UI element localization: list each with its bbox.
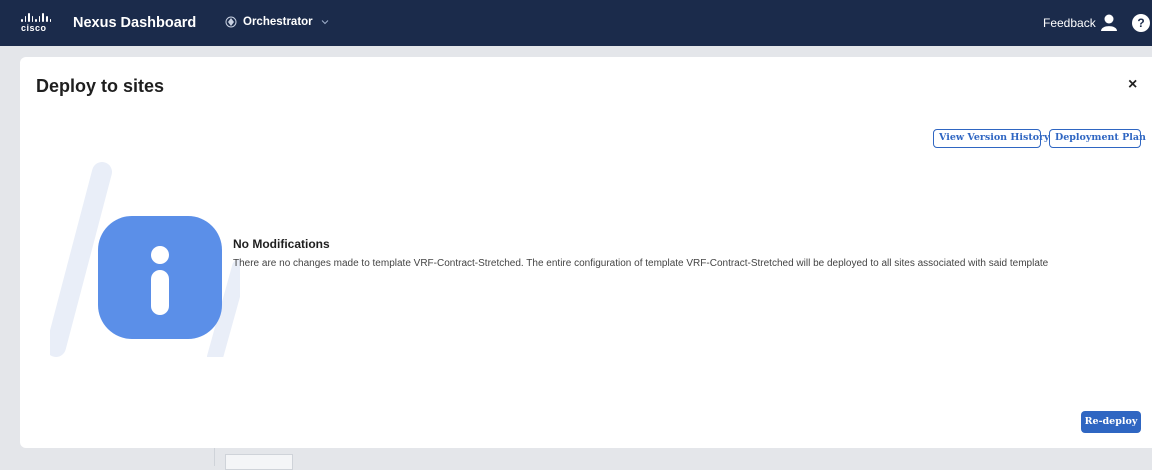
- service-selector[interactable]: Orchestrator: [225, 16, 329, 28]
- app-title[interactable]: Nexus Dashboard: [73, 15, 196, 31]
- cisco-logo-text: cisco: [21, 23, 47, 33]
- orchestrator-icon: [225, 16, 237, 28]
- view-version-history-button[interactable]: View Version History: [933, 129, 1050, 148]
- cisco-logo-bars: [21, 13, 52, 22]
- deployment-plan-button[interactable]: Deployment Plan: [1049, 129, 1146, 148]
- service-name: Orchestrator: [243, 16, 313, 28]
- message-text: There are no changes made to template VR…: [233, 258, 1049, 269]
- top-navigation-bar: cisco Nexus Dashboard Orchestrator Feedb…: [0, 0, 1152, 46]
- info-icon: [50, 162, 240, 357]
- chevron-down-icon: [321, 20, 329, 25]
- background-divider: [214, 446, 215, 466]
- close-icon[interactable]: ×: [1128, 76, 1137, 94]
- feedback-link[interactable]: Feedback: [1043, 16, 1096, 30]
- user-icon[interactable]: [1100, 13, 1118, 31]
- message-title: No Modifications: [233, 237, 330, 251]
- redeploy-button[interactable]: Re-deploy: [1081, 411, 1141, 433]
- background-control: [225, 454, 293, 470]
- cisco-logo[interactable]: cisco: [21, 13, 52, 35]
- modal-title: Deploy to sites: [36, 76, 165, 96]
- deploy-to-sites-modal: Deploy to sites × View Version History D…: [20, 57, 1152, 448]
- help-icon[interactable]: ?: [1132, 14, 1150, 32]
